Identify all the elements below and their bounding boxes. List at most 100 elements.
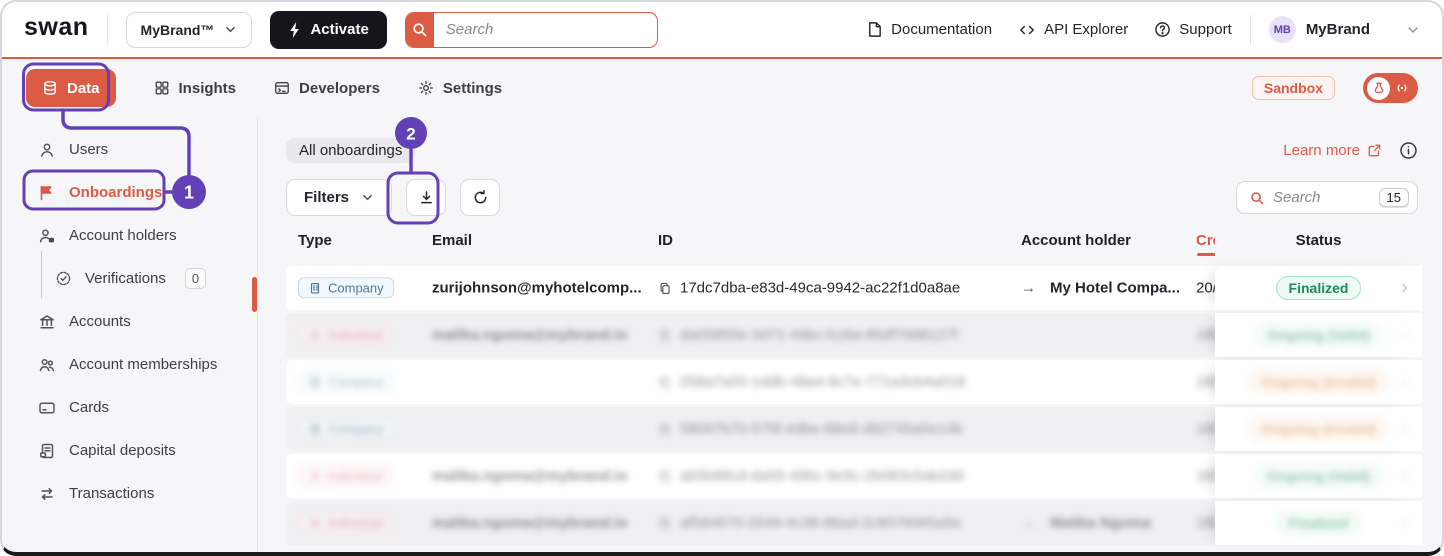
onboardings-table: Type Email ID Account holder Created Sta…: [286, 228, 1422, 545]
sidebar-item-users[interactable]: Users: [2, 128, 257, 171]
deposit-document-icon: [38, 442, 56, 460]
pinned-status-cell: Ongoing (Invalid): [1215, 360, 1422, 404]
nav-item-insights[interactable]: Insights: [142, 69, 249, 107]
global-search-input[interactable]: [433, 12, 657, 47]
individual-icon: [308, 469, 322, 483]
refresh-button[interactable]: [460, 179, 501, 216]
api-explorer-label: API Explorer: [1044, 21, 1129, 38]
col-header-email[interactable]: Email: [432, 232, 472, 249]
sidebar-item-accounts[interactable]: Accounts: [2, 300, 257, 343]
id-value: 058a7a50-1ddb-48a4-8c7e-771a3cb4a018: [680, 373, 966, 391]
account-holder-name: Malika Ngoma: [1050, 514, 1151, 532]
id-value: 17dc7dba-e83d-49ca-9942-ac22f1d0a8ae: [680, 279, 961, 297]
type-chip: Company: [298, 418, 394, 440]
pinned-status-cell: Ongoing (Invalid): [1215, 407, 1422, 451]
col-header-account-holder[interactable]: Account holder: [1021, 232, 1131, 249]
sidebar-item-transactions[interactable]: Transactions: [2, 472, 257, 515]
sidebar-account-holders-label: Account holders: [69, 227, 177, 244]
api-explorer-link[interactable]: API Explorer: [1018, 21, 1128, 38]
refresh-icon: [472, 189, 489, 206]
type-label: Individual: [328, 515, 383, 531]
bolt-icon: [288, 21, 302, 38]
nav-item-developers[interactable]: Developers: [262, 69, 392, 107]
account-menu[interactable]: MB MyBrand: [1268, 16, 1420, 43]
top-bar: swan MyBrand™ Activate Search Documentat…: [2, 2, 1442, 59]
workspace-selector[interactable]: MyBrand™: [125, 11, 253, 48]
export-download-button[interactable]: [406, 179, 447, 216]
pinned-cell-content: Ongoing (Invalid): [1215, 360, 1422, 404]
table-row[interactable]: Company 58097b70-579f-4dbe-88e8-d82745a5e…: [286, 407, 1422, 451]
search-icon: [405, 12, 434, 47]
table-row[interactable]: Individual malika.ngoma@mybrand.io ab5b88c…: [286, 454, 1422, 498]
sidebar-item-cards[interactable]: Cards: [2, 386, 257, 429]
copy-icon[interactable]: [658, 422, 672, 436]
chevron-right-icon[interactable]: [1398, 328, 1412, 342]
col-header-id[interactable]: ID: [658, 232, 673, 249]
sidebar-accounts-label: Accounts: [69, 313, 131, 330]
copy-icon[interactable]: [658, 469, 672, 483]
sidebar: Users Onboardings Account holders Verifi…: [2, 117, 258, 552]
col-header-status[interactable]: Status: [1215, 232, 1422, 249]
type-chip: Company: [298, 277, 394, 299]
scope-chip-all-onboardings[interactable]: All onboardings: [286, 138, 416, 163]
seal-check-icon: [55, 270, 72, 287]
table-row[interactable]: Individual malika.ngoma@mybrand.io af58467…: [286, 501, 1422, 545]
avatar: MB: [1268, 16, 1296, 43]
row-scroll-region: Company 058a7a50-1ddb-48a4-8c7e-771a3cb4a…: [286, 360, 1215, 404]
table-row[interactable]: Company zurijohnson@myhotelcomp... 17dc7db…: [286, 266, 1422, 310]
chevron-right-icon[interactable]: [1398, 469, 1412, 483]
copy-icon[interactable]: [658, 375, 672, 389]
chevron-right-icon[interactable]: [1398, 422, 1412, 436]
account-holder-name: My Hotel Compa...: [1050, 279, 1181, 297]
documentation-link[interactable]: Documentation: [866, 21, 992, 38]
terminal-window-icon: [274, 80, 290, 96]
copy-icon[interactable]: [658, 281, 672, 295]
grid-icon: [154, 80, 170, 96]
sidebar-item-capital-deposits[interactable]: Capital deposits: [2, 429, 257, 472]
nav-item-settings[interactable]: Settings: [406, 69, 514, 107]
download-icon: [418, 189, 435, 206]
sidebar-item-onboardings[interactable]: Onboardings: [2, 171, 257, 214]
info-icon[interactable]: [1399, 141, 1418, 160]
table-search: 15: [1236, 181, 1418, 214]
swan-logo: swan: [24, 13, 89, 41]
company-icon: [308, 375, 322, 389]
code-icon: [1018, 22, 1036, 38]
sidebar-onboardings-label: Onboardings: [69, 184, 163, 201]
nav-item-data[interactable]: Data: [26, 69, 116, 107]
chevron-right-icon[interactable]: [1398, 281, 1412, 295]
type-chip: Individual: [298, 324, 393, 346]
email-cell: malika.ngoma@mybrand.io: [432, 514, 628, 532]
learn-more-link[interactable]: Learn more: [1283, 142, 1382, 159]
sidebar-item-verifications[interactable]: Verifications 0: [2, 251, 257, 300]
chevron-down-icon: [361, 191, 374, 204]
support-link[interactable]: Support: [1154, 21, 1232, 38]
individual-icon: [308, 516, 322, 530]
sidebar-users-label: Users: [69, 141, 109, 158]
filters-button[interactable]: Filters: [286, 179, 393, 216]
search-icon: [1249, 190, 1265, 206]
activate-button[interactable]: Activate: [270, 10, 387, 49]
individual-icon: [308, 328, 322, 342]
pinned-cell-content: Ongoing (Valid): [1215, 454, 1422, 498]
environment-toggle[interactable]: [1363, 73, 1418, 103]
table-row[interactable]: Company 058a7a50-1ddb-48a4-8c7e-771a3cb4a…: [286, 360, 1422, 404]
sidebar-item-account-memberships[interactable]: Account memberships: [2, 343, 257, 386]
id-cell: 17dc7dba-e83d-49ca-9942-ac22f1d0a8ae: [658, 280, 960, 297]
table-row[interactable]: Individual malika.ngoma@mybrand.io da05855…: [286, 313, 1422, 357]
table-search-input[interactable]: [1273, 189, 1371, 206]
row-content: Company zurijohnson@myhotelcomp... 17dc7db…: [286, 266, 1215, 310]
chevron-right-icon[interactable]: [1398, 516, 1412, 530]
email-cell: malika.ngoma@mybrand.io: [432, 326, 628, 344]
pinned-status-cell: Finalized: [1215, 501, 1422, 545]
chevron-right-icon[interactable]: [1398, 375, 1412, 389]
main-content: All onboardings Learn more Filters Searc…: [258, 117, 1442, 552]
chevron-down-icon[interactable]: [1406, 23, 1420, 37]
user-briefcase-icon: [38, 227, 56, 245]
table-header: Type Email ID Account holder Created Sta…: [286, 228, 1418, 258]
copy-icon[interactable]: [658, 328, 672, 342]
col-header-created-sorted[interactable]: Created: [1196, 232, 1215, 256]
copy-icon[interactable]: [658, 516, 672, 530]
col-header-type[interactable]: Type: [298, 232, 332, 249]
help-icon: [1154, 21, 1171, 38]
